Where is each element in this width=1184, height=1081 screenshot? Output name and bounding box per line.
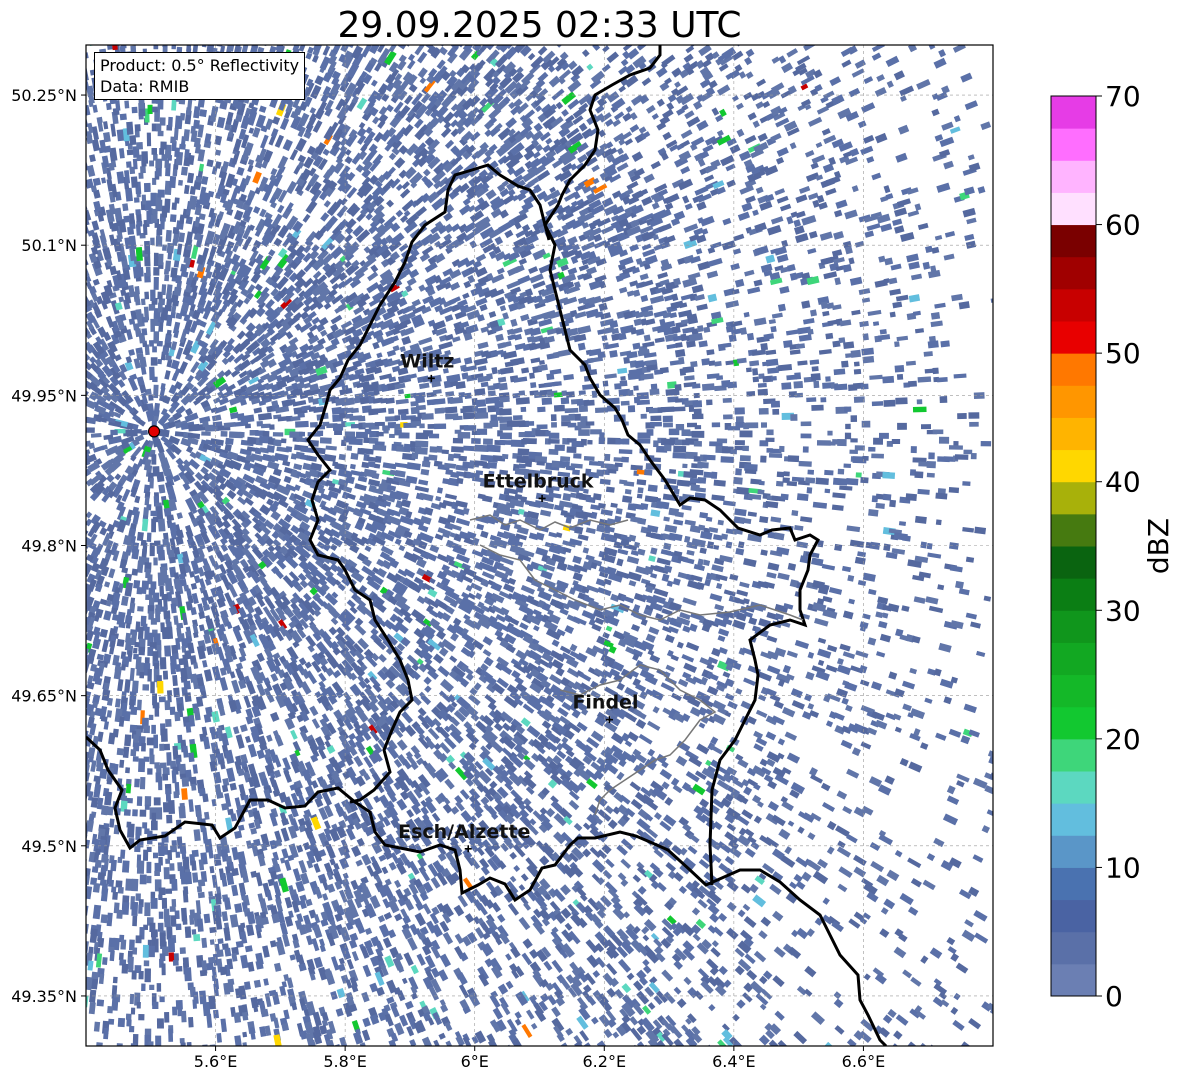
colorbar-tick-label: 10 xyxy=(1105,851,1141,884)
lon-tick-label: 6.2°E xyxy=(583,1052,627,1071)
product-label: Product: 0.5° Reflectivity xyxy=(100,56,300,75)
colorbar-bin xyxy=(1051,128,1096,161)
colorbar-bin xyxy=(1051,738,1096,772)
lat-tick-label: 49.35°N xyxy=(11,987,77,1006)
colorbar-bin xyxy=(1051,578,1096,611)
colorbar-bin xyxy=(1051,931,1096,965)
colorbar-bin xyxy=(1051,481,1096,515)
colorbar-tick-label: 70 xyxy=(1105,80,1141,113)
colorbar-bin xyxy=(1051,706,1096,740)
data-source-label: Data: RMIB xyxy=(100,77,190,96)
colorbar-tick-label: 20 xyxy=(1105,723,1141,756)
colorbar-bin xyxy=(1051,160,1096,193)
product-info-box: Product: 0.5° Reflectivity Data: RMIB xyxy=(94,52,306,100)
lat-tick-label: 49.8°N xyxy=(21,537,77,556)
colorbar-bin xyxy=(1051,963,1096,997)
colorbar-bin xyxy=(1051,899,1096,933)
colorbar-bin xyxy=(1051,449,1096,483)
colorbar-tick-label: 60 xyxy=(1105,209,1141,242)
lon-tick-label: 6°E xyxy=(461,1052,489,1071)
lon-tick-label: 5.8°E xyxy=(323,1052,367,1071)
lon-tick-label: 6.4°E xyxy=(712,1052,756,1071)
colorbar-tick-label: 40 xyxy=(1105,466,1141,499)
colorbar-bin xyxy=(1051,835,1096,868)
colorbar-bin xyxy=(1051,867,1096,901)
lat-tick-label: 49.65°N xyxy=(11,687,77,706)
colorbar-bin xyxy=(1051,224,1096,258)
colorbar-bin xyxy=(1051,353,1096,386)
colorbar-tick-label: 0 xyxy=(1105,980,1123,1013)
colorbar-bin xyxy=(1051,803,1096,836)
colorbar-bin xyxy=(1051,546,1096,579)
colorbar-bin xyxy=(1051,385,1096,418)
lat-tick-label: 49.95°N xyxy=(11,386,77,405)
city-label: Wiltz xyxy=(400,350,454,372)
lat-tick-label: 50.1°N xyxy=(21,236,77,255)
city-label: Esch/Alzette xyxy=(398,821,530,843)
colorbar-bin xyxy=(1051,642,1096,676)
colorbar-bin xyxy=(1051,321,1096,354)
lat-tick-label: 50.25°N xyxy=(11,86,77,105)
city-label: Findel xyxy=(572,692,638,714)
reflectivity-echoes xyxy=(86,45,993,1046)
radar-site-marker xyxy=(147,425,161,438)
lon-tick-label: 6.6°E xyxy=(842,1052,886,1071)
colorbar-bin xyxy=(1051,192,1096,226)
colorbar-bin xyxy=(1051,417,1096,451)
colorbar-bin xyxy=(1051,610,1096,643)
colorbar-bin xyxy=(1051,256,1096,290)
colorbar-bin xyxy=(1051,288,1096,322)
colorbar-unit-label: dBZ xyxy=(1142,518,1175,574)
city-label: Ettelbruck xyxy=(483,470,594,492)
colorbar-bin xyxy=(1051,771,1096,804)
lat-tick-label: 49.5°N xyxy=(21,837,77,856)
colorbar: 0 10 20 30 40 50 60 70 dBZ xyxy=(1050,80,1175,1013)
lon-tick-label: 5.6°E xyxy=(194,1052,238,1071)
colorbar-bin xyxy=(1051,96,1096,129)
radar-map-figure: Wiltz Ettelbruck Findel Esch/Alzette 5.6°E 5… xyxy=(11,44,1175,1071)
colorbar-bin xyxy=(1051,513,1096,547)
colorbar-tick-label: 30 xyxy=(1105,594,1141,627)
colorbar-tick-label: 50 xyxy=(1105,337,1141,370)
colorbar-bin xyxy=(1051,674,1096,708)
